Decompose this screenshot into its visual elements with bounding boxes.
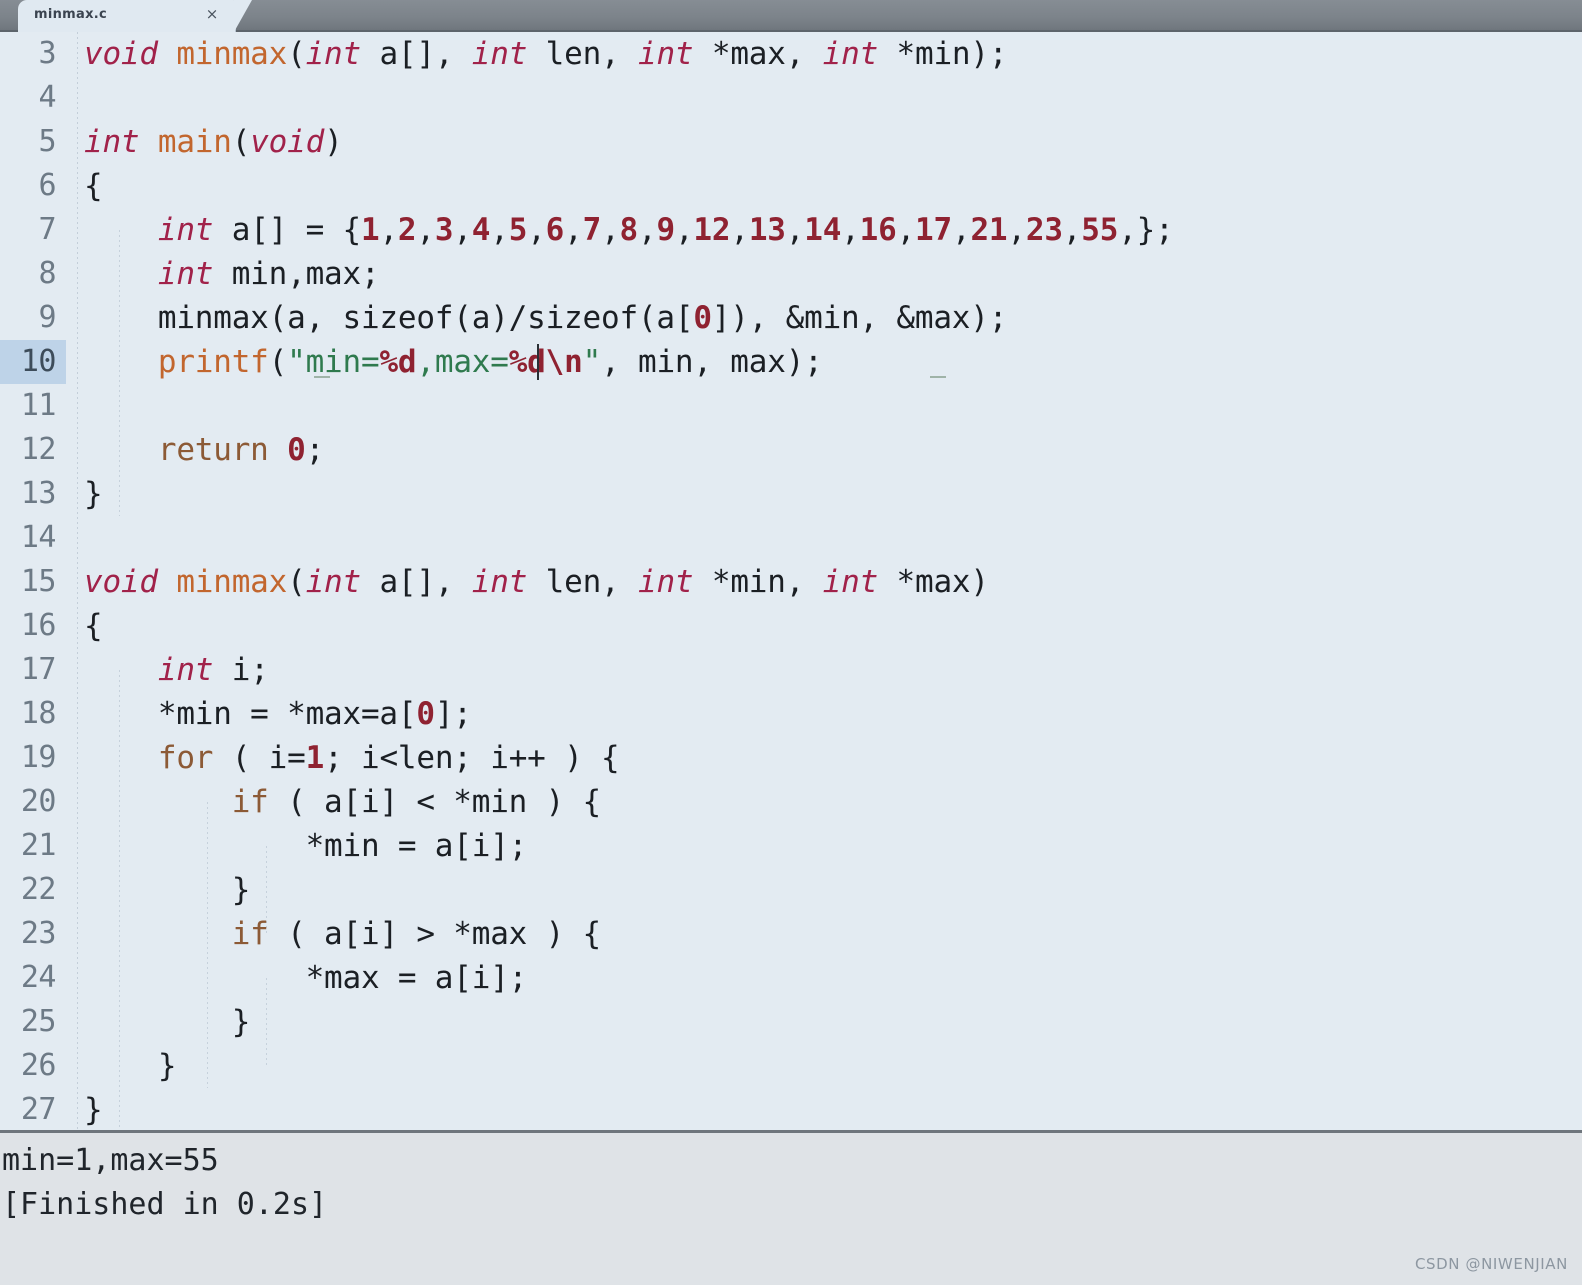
line-content: if ( a[i] < *min ) { xyxy=(231,784,602,820)
code-line[interactable]: 27 } xyxy=(0,1088,1582,1130)
line-number: 14 xyxy=(20,520,57,555)
line-number: 26 xyxy=(20,1048,57,1083)
line-content: } xyxy=(84,1092,103,1128)
line-content: return 0; xyxy=(157,432,325,468)
code-line[interactable]: 14 xyxy=(0,516,1582,560)
paren-marker xyxy=(314,376,330,378)
line-content: int a[] = {1,2,3,4,5,6,7,8,9,12,13,14,16… xyxy=(157,212,1174,248)
code-line[interactable]: 16 { xyxy=(0,604,1582,648)
line-number: 25 xyxy=(20,1004,57,1039)
code-line[interactable]: 11 xyxy=(0,384,1582,428)
code-line[interactable]: 3 void minmax(int a[], int len, int *max… xyxy=(0,32,1582,76)
console-status-line: [Finished in 0.2s] xyxy=(2,1187,328,1222)
line-content: int i; xyxy=(157,652,269,688)
line-number: 4 xyxy=(38,80,56,115)
tab-strip: minmax.c × xyxy=(0,0,1582,32)
code-line[interactable]: 12 return 0; xyxy=(0,428,1582,472)
line-content: { xyxy=(84,608,103,644)
line-number: 9 xyxy=(38,300,56,335)
code-line-active[interactable]: 10 printf("min=%d,max=%d\n", min, max); xyxy=(0,340,1582,384)
code-line[interactable]: 7 int a[] = {1,2,3,4,5,6,7,8,9,12,13,14,… xyxy=(0,208,1582,252)
code-line[interactable]: 25 } xyxy=(0,1000,1582,1044)
code-line[interactable]: 15 void minmax(int a[], int len, int *mi… xyxy=(0,560,1582,604)
line-content: } xyxy=(84,872,251,908)
line-number: 16 xyxy=(20,608,57,643)
build-output-console[interactable]: min=1,max=55 [Finished in 0.2s] xyxy=(0,1130,1582,1285)
line-number: 27 xyxy=(20,1092,57,1127)
line-number: 20 xyxy=(20,784,57,819)
line-content: minmax(a, sizeof(a)/sizeof(a[0]), &min, … xyxy=(84,300,1008,336)
line-content: *min = *max=a[0]; xyxy=(84,696,472,732)
line-number: 23 xyxy=(20,916,57,951)
close-icon[interactable]: × xyxy=(204,6,220,22)
line-number: 11 xyxy=(20,388,57,423)
tab-minmax-c[interactable]: minmax.c × xyxy=(18,0,252,32)
line-number: 8 xyxy=(38,256,56,291)
line-content: *min = a[i]; xyxy=(84,828,528,864)
line-number: 12 xyxy=(20,432,57,467)
line-number: 5 xyxy=(38,124,56,159)
line-content: int min,max; xyxy=(157,256,380,292)
code-line[interactable]: 13 } xyxy=(0,472,1582,516)
line-content: int main(void) xyxy=(84,124,343,160)
line-number: 22 xyxy=(20,872,57,907)
line-number: 10 xyxy=(0,340,66,384)
watermark: CSDN @NIWENJIAN xyxy=(1414,1255,1568,1273)
line-number: 15 xyxy=(20,564,57,599)
line-content: } xyxy=(84,1048,177,1084)
console-output-line: min=1,max=55 xyxy=(2,1143,219,1178)
line-number: 21 xyxy=(20,828,57,863)
line-content: void minmax(int a[], int len, int *max, … xyxy=(84,36,1008,72)
line-number: 17 xyxy=(20,652,57,687)
code-line[interactable]: 24 *max = a[i]; xyxy=(0,956,1582,1000)
line-number: 19 xyxy=(20,740,57,775)
line-number: 24 xyxy=(20,960,57,995)
code-lines[interactable]: 3 void minmax(int a[], int len, int *max… xyxy=(0,32,1582,1130)
text-caret xyxy=(537,344,539,380)
line-content: } xyxy=(84,476,103,512)
code-editor[interactable]: 3 void minmax(int a[], int len, int *max… xyxy=(0,32,1582,1130)
line-number: 18 xyxy=(20,696,57,731)
code-line[interactable]: 17 int i; xyxy=(0,648,1582,692)
code-line[interactable]: 19 for ( i=1; i<len; i++ ) { xyxy=(0,736,1582,780)
line-number: 3 xyxy=(38,36,56,71)
code-line[interactable]: 18 *min = *max=a[0]; xyxy=(0,692,1582,736)
line-content: { xyxy=(84,168,103,204)
line-content: for ( i=1; i<len; i++ ) { xyxy=(157,740,620,776)
line-content: } xyxy=(84,1004,251,1040)
line-content: *max = a[i]; xyxy=(84,960,528,996)
line-content: void minmax(int a[], int len, int *min, … xyxy=(84,564,989,600)
code-line[interactable]: 26 } xyxy=(0,1044,1582,1088)
line-content: printf("min=%d,max=%d\n", min, max); xyxy=(157,344,823,380)
code-line[interactable]: 9 minmax(a, sizeof(a)/sizeof(a[0]), &min… xyxy=(0,296,1582,340)
editor-window: minmax.c × 3 void minmax(int a[], int le… xyxy=(0,0,1582,1285)
code-line[interactable]: 8 int min,max; xyxy=(0,252,1582,296)
code-line[interactable]: 23 if ( a[i] > *max ) { xyxy=(0,912,1582,956)
code-line[interactable]: 22 } xyxy=(0,868,1582,912)
paren-marker xyxy=(930,376,946,378)
line-content: if ( a[i] > *max ) { xyxy=(231,916,602,952)
tab-label: minmax.c xyxy=(34,7,108,22)
code-line[interactable]: 5 int main(void) xyxy=(0,120,1582,164)
code-line[interactable]: 21 *min = a[i]; xyxy=(0,824,1582,868)
line-number: 13 xyxy=(20,476,57,511)
code-line[interactable]: 20 if ( a[i] < *min ) { xyxy=(0,780,1582,824)
code-line[interactable]: 4 xyxy=(0,76,1582,120)
line-number: 6 xyxy=(38,168,56,203)
code-line[interactable]: 6 { xyxy=(0,164,1582,208)
line-number: 7 xyxy=(38,212,56,247)
